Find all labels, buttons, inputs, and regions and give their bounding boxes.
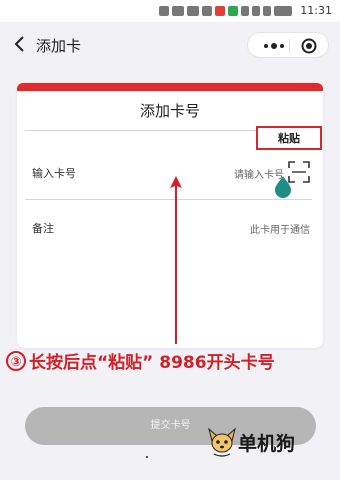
chevron-left-icon[interactable] <box>10 34 30 54</box>
page-title: 添加卡 <box>36 37 82 55</box>
sim-icon <box>159 6 169 16</box>
instruction-text: 长按后点“粘贴” 8986开头卡号 <box>29 353 275 373</box>
watermark: 单机狗 <box>206 425 316 459</box>
capsule-divider <box>289 39 290 53</box>
dot <box>146 456 148 458</box>
nav-bar: 添加卡 <box>0 22 340 68</box>
watermark-text: 单机狗 <box>238 433 296 455</box>
app-notification-icon <box>228 6 238 16</box>
divider <box>25 130 256 131</box>
target-circle-icon[interactable] <box>301 38 317 54</box>
battery-icon <box>274 6 292 16</box>
status-icons <box>159 4 292 18</box>
arrow-up-icon <box>170 176 182 344</box>
card-number-label: 输入卡号 <box>32 167 76 180</box>
vibrate-icon <box>263 6 271 16</box>
card-title: 添加卡号 <box>139 102 200 120</box>
status-time: 11:31 <box>300 4 332 17</box>
teardrop-cursor-icon[interactable] <box>273 175 293 199</box>
note-label: 备注 <box>32 222 54 235</box>
step-number: ③ <box>6 351 26 371</box>
mini-program-capsule <box>247 32 329 58</box>
more-dots-icon[interactable] <box>262 40 286 52</box>
instruction-annotation: ③ 长按后点“粘贴” 8986开头卡号 <box>6 348 340 376</box>
card-accent-bar <box>17 83 323 91</box>
signal-icon <box>187 6 199 16</box>
nfc-icon <box>241 6 249 16</box>
dog-logo-icon <box>208 427 236 457</box>
paste-button[interactable]: 粘贴 <box>256 126 322 150</box>
app-notification-icon <box>215 6 225 16</box>
signal-icon <box>172 6 184 16</box>
wifi-icon <box>202 6 212 16</box>
status-bar: 11:31 <box>0 0 340 22</box>
alarm-icon <box>252 6 260 16</box>
note-input[interactable]: 此卡用于通信 <box>220 221 310 236</box>
